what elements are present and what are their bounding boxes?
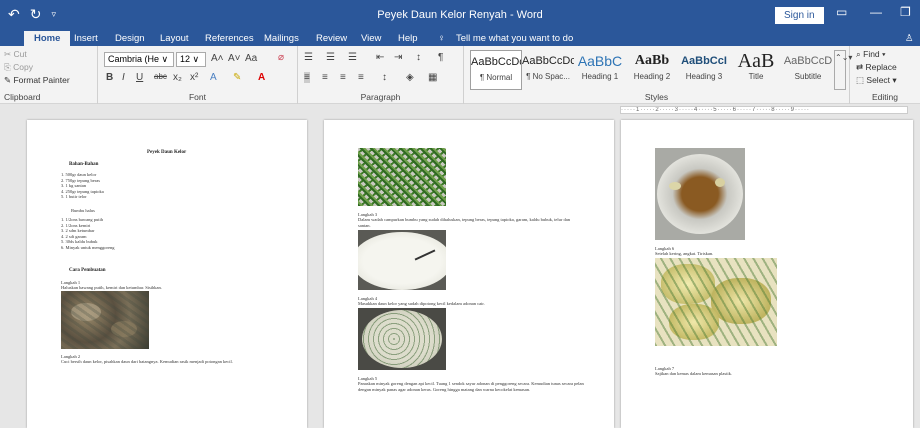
spices-heading: Bumbu halus xyxy=(71,208,95,213)
spices-list: 1. 1/2ons bawang putih 2. 1/2ons kemiri 3.… xyxy=(61,217,115,250)
find-button[interactable]: ⌕ Find ▾ xyxy=(856,49,886,60)
subscript-icon[interactable]: x₂ xyxy=(173,72,182,83)
tab-view[interactable]: View xyxy=(361,31,381,46)
font-color-icon[interactable]: A xyxy=(258,72,265,83)
step-7-text: Sajikan dan kemas dalam kemasan plastik. xyxy=(655,371,732,376)
grow-font-icon[interactable]: A˄ xyxy=(211,53,224,64)
ribbon: ✂ Cut ⎘ Copy ✎ Format Painter Clipboard … xyxy=(0,46,920,104)
page-3: Langkah 6 Setelah kering, angkat. Tirisk… xyxy=(621,120,913,428)
minimize-button[interactable]: — xyxy=(870,5,882,19)
step-2-text: Cuci bersih daun kelor, pisahkan daun da… xyxy=(61,359,233,364)
style-no-spacing[interactable]: AaBbCcDc ¶ No Spac... xyxy=(522,50,574,90)
tab-insert[interactable]: Insert xyxy=(74,31,98,46)
title-bar: ↶ ↻ ▿ Peyek Daun Kelor Renyah - Word Sig… xyxy=(0,0,920,30)
step-5-text: Panaskan minyak goreng dengan api kecil.… xyxy=(358,381,584,392)
horizontal-ruler: ·····1·····2·····3·····4·····5·····6····… xyxy=(0,104,920,116)
step-3-text: Dalam wadah campurkan bumbu yang sudah d… xyxy=(358,217,570,228)
styles-scroll-icon[interactable]: ⌃⌄▾ xyxy=(834,50,852,90)
borders-icon[interactable]: ▦ xyxy=(428,72,437,83)
bold-icon[interactable]: B xyxy=(106,72,113,83)
method-heading: Cara Pembuatan xyxy=(69,268,106,273)
line-spacing-icon[interactable]: ↕ xyxy=(382,72,387,83)
select-button[interactable]: ⬚ Select ▾ xyxy=(856,75,897,86)
numbering-icon[interactable]: ☰ xyxy=(326,52,335,63)
step-5-photo xyxy=(358,308,446,370)
replace-button[interactable]: ⇄ Replace xyxy=(856,62,897,73)
format-painter-button[interactable]: ✎ Format Painter xyxy=(4,75,70,86)
strikethrough-icon[interactable]: abc xyxy=(154,72,167,81)
tab-layout[interactable]: Layout xyxy=(160,31,189,46)
step-4-text: Masukkan daun kelor yang sudah dipotong … xyxy=(358,301,485,306)
styles-label: Styles xyxy=(644,92,669,102)
style-subtitle[interactable]: AaBbCcD Subtitle xyxy=(782,50,834,90)
tab-home[interactable]: Home xyxy=(24,31,71,46)
align-center-icon[interactable]: ≡ xyxy=(322,72,328,83)
paragraph-group: ☰ ☰ ☰ ⇤ ⇥ ↕ ¶ ≡ ≡ ≡ ≡ ↕ ◈ ▦ Paragraph xyxy=(298,46,464,104)
italic-icon[interactable]: I xyxy=(122,72,125,83)
underline-icon[interactable]: U xyxy=(136,72,143,83)
pilcrow-icon[interactable]: ¶ xyxy=(438,52,443,63)
share-icon[interactable]: ♙ xyxy=(905,31,914,46)
tab-help[interactable]: Help xyxy=(398,31,418,46)
ribbon-display-icon[interactable]: ▭ xyxy=(836,5,847,19)
highlight-icon[interactable]: ✎ xyxy=(233,72,241,83)
paragraph-label: Paragraph xyxy=(360,92,401,102)
shading-icon[interactable]: ◈ xyxy=(406,72,414,83)
tell-me-box[interactable]: Tell me what you want to do xyxy=(456,31,573,46)
step-6-photo xyxy=(655,148,745,240)
shrink-font-icon[interactable]: A˅ xyxy=(228,53,241,64)
ribbon-tabs: Home Insert Design Layout References Mai… xyxy=(0,30,920,46)
ruler-scale[interactable]: ·····1·····2·····3·····4·····5·····6····… xyxy=(620,106,908,114)
ingredients-heading: Bahan-Bahan xyxy=(69,162,99,167)
font-label: Font xyxy=(188,92,206,102)
recipe-title: Peyek Daun Kelor xyxy=(147,150,187,155)
sort-icon[interactable]: ↕ xyxy=(416,52,421,63)
tab-mailings[interactable]: Mailings xyxy=(264,31,299,46)
page-1: Peyek Daun Kelor Bahan-Bahan 1. 500gr da… xyxy=(27,120,307,428)
change-case-icon[interactable]: Aa xyxy=(245,53,257,64)
step-7-photo xyxy=(655,258,777,346)
style-heading-2[interactable]: AaBb Heading 2 xyxy=(626,50,678,90)
justify-icon[interactable]: ≡ xyxy=(358,72,364,83)
style-heading-1[interactable]: AaBbC Heading 1 xyxy=(574,50,626,90)
step-6-text: Setelah kering, angkat. Tiriskan. xyxy=(655,251,714,256)
style-title[interactable]: AaB Title xyxy=(730,50,782,90)
copy-button[interactable]: ⎘ Copy xyxy=(4,62,33,73)
decrease-indent-icon[interactable]: ⇤ xyxy=(376,52,384,63)
sign-in-button[interactable]: Sign in xyxy=(775,7,824,24)
clipboard-group: ✂ Cut ⎘ Copy ✎ Format Painter Clipboard xyxy=(0,46,98,104)
align-right-icon[interactable]: ≡ xyxy=(340,72,346,83)
clear-format-icon[interactable]: ⌀ xyxy=(278,52,284,63)
increase-indent-icon[interactable]: ⇥ xyxy=(394,52,402,63)
style-heading-3[interactable]: AaBbCcI Heading 3 xyxy=(678,50,730,90)
editing-group: ⌕ Find ▾ ⇄ Replace ⬚ Select ▾ Editing xyxy=(850,46,920,104)
superscript-icon[interactable]: x² xyxy=(190,72,198,83)
font-group: Cambria (He ∨ 12 ∨ A˄ A˅ Aa ⌀ B I U abc … xyxy=(98,46,298,104)
tab-review[interactable]: Review xyxy=(316,31,347,46)
lightbulb-icon: ♀ xyxy=(438,33,446,44)
style-normal[interactable]: AaBbCcDc ¶ Normal xyxy=(470,50,522,90)
align-left-icon[interactable]: ≡ xyxy=(304,72,310,83)
tab-design[interactable]: Design xyxy=(115,31,145,46)
page-2: Langkah 3 Dalam wadah campurkan bumbu ya… xyxy=(324,120,614,428)
ingredients-list: 1. 500gr daun kelor 2. 750gr tepung beras… xyxy=(61,172,104,199)
restore-button[interactable]: ❐ xyxy=(900,5,911,19)
clipboard-label: Clipboard xyxy=(4,92,41,102)
step-3-photo xyxy=(358,148,446,206)
step-1-text: Haluskan bawang putih, kemiri dan ketumb… xyxy=(61,285,162,290)
text-effects-icon[interactable]: A xyxy=(210,72,217,83)
cut-button[interactable]: ✂ Cut xyxy=(4,49,27,60)
font-size-select[interactable]: 12 ∨ xyxy=(176,52,206,67)
multilevel-list-icon[interactable]: ☰ xyxy=(348,52,357,63)
step-1-photo xyxy=(61,291,149,349)
bullets-icon[interactable]: ☰ xyxy=(304,52,313,63)
styles-group: AaBbCcDc ¶ Normal AaBbCcDc ¶ No Spac... Aa… xyxy=(464,46,852,104)
step-4-photo xyxy=(358,230,446,290)
tab-references[interactable]: References xyxy=(205,31,254,46)
font-name-select[interactable]: Cambria (He ∨ xyxy=(104,52,174,67)
editing-label: Editing xyxy=(872,92,898,102)
